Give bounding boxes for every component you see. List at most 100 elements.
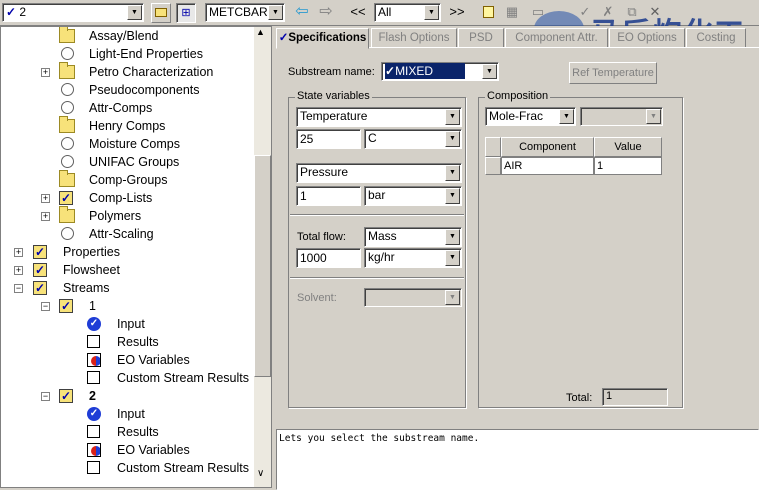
tree-view-icon[interactable]: ⊞ — [176, 3, 196, 23]
tab-psd[interactable]: PSD — [458, 28, 504, 48]
tree-item[interactable]: Attr-Scaling — [1, 225, 253, 243]
delete-icon[interactable]: ✗ — [598, 3, 618, 23]
var1-value-field[interactable]: 25 — [296, 129, 361, 149]
tree-item[interactable]: Moisture Comps — [1, 135, 253, 153]
state-variables-label: State variables — [295, 90, 372, 102]
collapse-icon[interactable]: − — [41, 392, 50, 401]
tree-item[interactable]: Henry Comps — [1, 116, 253, 135]
tab-component-attr[interactable]: Component Attr. — [505, 28, 608, 48]
checked-folder-icon: ✓ — [33, 263, 47, 277]
divider — [290, 277, 464, 279]
tree-vscrollbar[interactable]: ▲ ∨ — [254, 27, 271, 487]
tree-item[interactable]: Light-End Properties — [1, 45, 253, 63]
tree-item[interactable]: − ✓ 1 — [1, 297, 253, 315]
back-arrow-icon[interactable]: ⇦ — [292, 3, 312, 23]
tree-item-label: 1 — [89, 299, 96, 313]
checked-folder-icon: ✓ — [33, 245, 47, 259]
navigation-tree[interactable]: Assay/Blend Light-End Properties + Petro Ch… — [0, 26, 272, 488]
tab-label: Specifications — [288, 32, 367, 44]
total-flow-unit-combo[interactable]: kg/hr ▼ — [364, 248, 462, 268]
empty-circle-icon — [61, 155, 74, 168]
note-icon[interactable] — [478, 3, 498, 23]
total-flow-basis-combo[interactable]: Mass ▼ — [364, 227, 462, 247]
tree-item[interactable]: Attr-Comps — [1, 99, 253, 117]
tree-item-label: Petro Characterization — [89, 65, 214, 79]
copy-icon[interactable]: ⧉ — [622, 3, 642, 23]
var2-name-combo[interactable]: Pressure ▼ — [296, 163, 462, 183]
tab-eo-options[interactable]: EO Options — [609, 28, 685, 48]
status-panel: Lets you select the substream name. — [276, 429, 759, 490]
total-flow-value-field[interactable]: 1000 — [296, 248, 361, 268]
tab-label: PSD — [469, 32, 493, 44]
collapse-icon[interactable]: − — [41, 302, 50, 311]
empty-circle-icon — [61, 83, 74, 96]
checked-folder-icon: ✓ — [59, 191, 73, 205]
tree-item[interactable]: + ✓ Comp-Lists — [1, 189, 253, 207]
chevron-down-icon: ▼ — [268, 5, 283, 20]
tree-item[interactable]: UNIFAC Groups — [1, 153, 253, 171]
check-icon[interactable]: ✓ — [575, 3, 595, 23]
tree-item-label: Input — [117, 407, 145, 421]
chevron-down-icon: ▼ — [445, 229, 460, 245]
composition-unit-combo[interactable]: ▼ — [580, 107, 663, 126]
total-value-field: 1 — [602, 388, 668, 406]
tree-item[interactable]: Comp-Groups — [1, 170, 253, 189]
tab-flash-options[interactable]: Flash Options — [371, 28, 457, 48]
tree-item[interactable]: Assay/Blend — [1, 27, 253, 45]
units-combo[interactable]: METCBAR ▼ — [205, 3, 285, 22]
nav-combo[interactable]: ✓ 2 ▼ — [2, 3, 144, 22]
tab-specifications[interactable]: ✓Specifications — [276, 28, 369, 49]
tree-item[interactable]: − ✓ 2 — [1, 387, 253, 405]
tree-item[interactable]: Pseudocomponents — [1, 81, 253, 99]
var2-unit-combo[interactable]: bar ▼ — [364, 186, 462, 206]
solvent-combo[interactable]: ▼ — [364, 288, 462, 307]
ref-temperature-button[interactable]: Ref Temperature — [569, 62, 657, 84]
scroll-thumb[interactable] — [254, 155, 271, 377]
filter-combo[interactable]: All ▼ — [374, 3, 441, 22]
chevron-down-icon: ▼ — [445, 250, 460, 266]
expand-icon[interactable]: + — [41, 194, 50, 203]
collapse-icon[interactable]: − — [14, 284, 23, 293]
tree-item[interactable]: − ✓ Streams — [1, 279, 253, 297]
substream-selected: ✓MIXED — [385, 63, 465, 79]
tree-item[interactable]: EO Variables — [1, 351, 253, 369]
tree-item[interactable]: + Petro Characterization — [1, 62, 253, 81]
forward-arrow-icon[interactable]: ⇨ — [316, 3, 336, 23]
tree-item[interactable]: + Polymers — [1, 206, 253, 225]
tree-item[interactable]: EO Variables — [1, 441, 253, 459]
previous-button[interactable]: << — [345, 3, 371, 23]
tree-item[interactable]: + ✓ Flowsheet — [1, 261, 253, 279]
composition-basis-combo[interactable]: Mole-Frac ▼ — [485, 107, 576, 126]
tree-item[interactable]: ✓ Input — [1, 405, 253, 423]
setup-icon[interactable]: ▦ — [502, 3, 522, 23]
next-button[interactable]: >> — [444, 3, 470, 23]
empty-circle-icon — [61, 227, 74, 240]
tree-item[interactable]: Results — [1, 423, 253, 441]
tree-item[interactable]: + ✓ Properties — [1, 243, 253, 261]
scroll-down-arrow-icon[interactable]: ∨ — [257, 468, 264, 479]
tab-costing[interactable]: Costing — [686, 28, 746, 48]
tree-item[interactable]: Custom Stream Results — [1, 459, 253, 477]
tree-item[interactable]: Results — [1, 333, 253, 351]
expand-icon[interactable]: + — [41, 212, 50, 221]
composition-table[interactable]: Component Value AIR 1 — [485, 137, 662, 377]
table-cell-value[interactable]: 1 — [594, 157, 662, 175]
table-cell-component[interactable]: AIR — [501, 157, 594, 175]
expand-icon[interactable]: + — [14, 266, 23, 275]
expand-icon[interactable]: + — [14, 248, 23, 257]
var1-unit-combo[interactable]: C ▼ — [364, 129, 462, 149]
folder-up-icon[interactable] — [151, 3, 171, 23]
var2-value-field[interactable]: 1 — [296, 186, 361, 206]
run-icon[interactable]: ▭ — [528, 3, 548, 23]
tree-item[interactable]: Custom Stream Results — [1, 369, 253, 387]
tree-item-label: Polymers — [89, 209, 142, 223]
checked-folder-icon: ✓ — [59, 299, 73, 313]
expand-icon[interactable]: + — [41, 68, 50, 77]
table-header-component: Component — [501, 137, 594, 157]
substream-combo[interactable]: ✓MIXED ▼ — [381, 62, 499, 81]
close-icon[interactable]: ✕ — [645, 3, 665, 23]
chevron-down-icon: ▼ — [445, 109, 460, 125]
tree-item[interactable]: ✓ Input — [1, 315, 253, 333]
var1-name-combo[interactable]: Temperature ▼ — [296, 107, 462, 127]
scroll-up-arrow-icon[interactable]: ▲ — [256, 27, 265, 37]
